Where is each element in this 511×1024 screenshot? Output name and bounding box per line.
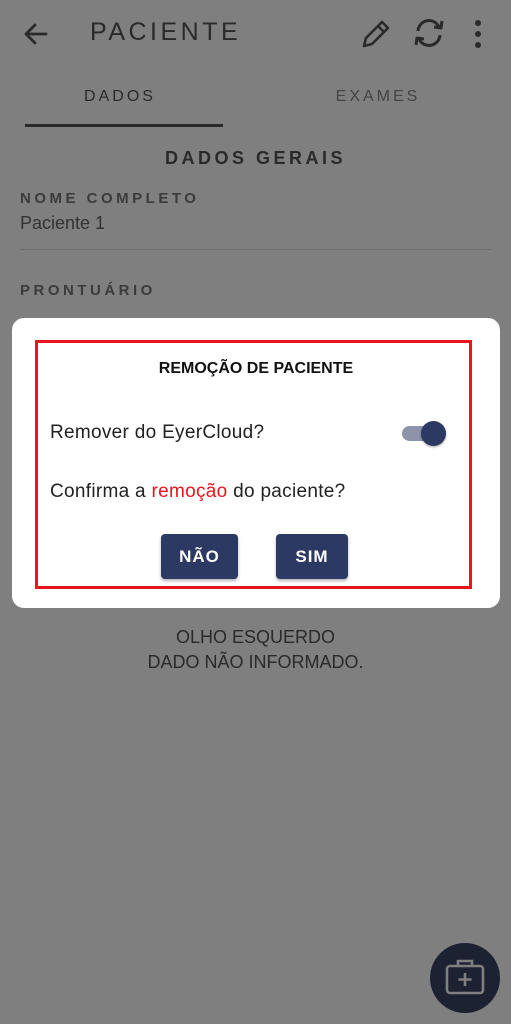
remove-eyercloud-toggle[interactable] [400,419,446,447]
no-button[interactable]: NÃO [161,534,238,579]
dialog-title: REMOÇÃO DE PACIENTE [158,360,354,377]
confirm-prefix: Confirma a [50,481,152,502]
confirm-suffix: do paciente? [227,481,346,502]
toggle-thumb [421,421,446,446]
yes-button[interactable]: SIM [276,534,348,579]
toggle-label: Remover do EyerCloud? [50,422,265,443]
confirm-text: Confirma a remoção do paciente? [50,481,346,503]
remove-patient-dialog: REMOÇÃO DE PACIENTE Remover do EyerCloud… [12,318,500,608]
confirm-highlight: remoção [151,481,228,502]
